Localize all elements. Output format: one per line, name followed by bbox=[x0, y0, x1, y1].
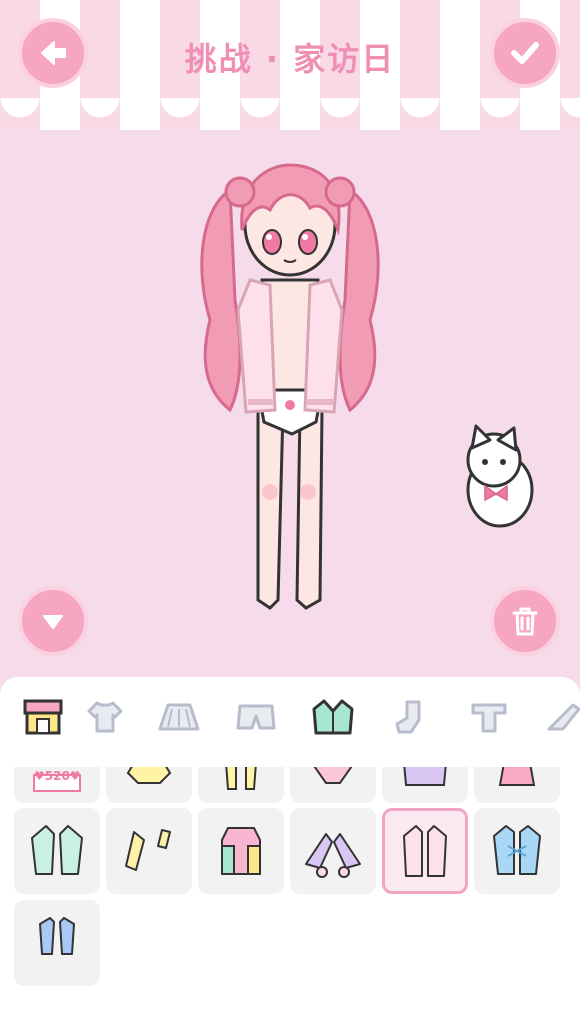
vest-icon bbox=[39, 917, 75, 955]
item-yellow-bolero[interactable] bbox=[106, 808, 192, 894]
tab-innerwear[interactable] bbox=[466, 695, 512, 739]
item-blue-laceup-jacket[interactable] bbox=[474, 808, 560, 894]
hoodie-icon bbox=[126, 767, 172, 784]
cardigan-icon bbox=[313, 767, 353, 784]
item-blue-vest[interactable] bbox=[14, 900, 100, 986]
item-dress-520[interactable]: ♥520♥ bbox=[14, 767, 100, 803]
back-button[interactable] bbox=[18, 18, 88, 88]
item-mint-jacket[interactable] bbox=[14, 808, 100, 894]
dress-icon bbox=[498, 767, 536, 786]
item-pastel-hoodie[interactable] bbox=[198, 808, 284, 894]
tab-jackets[interactable] bbox=[310, 695, 356, 739]
hoodie-icon bbox=[221, 827, 261, 875]
tab-socks[interactable] bbox=[388, 695, 434, 739]
shorts-icon bbox=[236, 704, 276, 730]
delete-button[interactable] bbox=[490, 586, 560, 656]
item-yellow-sleeves[interactable] bbox=[198, 767, 284, 803]
jacket-icon bbox=[493, 825, 541, 875]
item-pink-cardigan[interactable] bbox=[382, 808, 468, 894]
tab-skirts[interactable] bbox=[156, 695, 202, 739]
item-panel: ♥520♥ bbox=[0, 677, 580, 1031]
item-grid: ♥520♥ bbox=[0, 767, 580, 1031]
item-yellow-hoodie[interactable] bbox=[106, 767, 192, 803]
capelet-icon bbox=[305, 833, 361, 878]
sock-icon bbox=[395, 700, 421, 734]
tab-tops[interactable] bbox=[82, 695, 128, 739]
item-lavender-jacket[interactable] bbox=[382, 767, 468, 803]
trash-icon bbox=[512, 607, 538, 636]
item-pink-frill-dress[interactable] bbox=[474, 767, 560, 803]
tab-shorts[interactable] bbox=[233, 695, 279, 739]
character-illustration bbox=[200, 163, 534, 610]
jacket-icon bbox=[403, 767, 447, 786]
jacket-icon bbox=[31, 825, 83, 875]
item-lavender-capelet[interactable] bbox=[290, 808, 376, 894]
shop-icon bbox=[23, 699, 63, 735]
awning-scallop bbox=[0, 98, 580, 128]
triangle-down-icon bbox=[43, 615, 63, 629]
dressup-stage bbox=[0, 130, 580, 678]
category-tabs bbox=[0, 677, 580, 759]
tshirt-icon bbox=[87, 701, 123, 733]
check-icon bbox=[511, 42, 539, 64]
item-pink-bow-cardigan[interactable] bbox=[290, 767, 376, 803]
shirt-t-icon bbox=[471, 703, 507, 733]
bolero-icon bbox=[125, 829, 171, 871]
item-badge-text: ♥520♥ bbox=[34, 769, 81, 783]
kitten-pet bbox=[466, 424, 534, 528]
tab-shoes[interactable] bbox=[540, 695, 580, 739]
skirt-icon bbox=[158, 703, 200, 731]
heel-icon bbox=[547, 703, 580, 731]
collapse-button[interactable] bbox=[18, 586, 88, 656]
tab-shop[interactable] bbox=[20, 695, 66, 739]
sleeves-icon bbox=[225, 767, 257, 790]
jacket-icon bbox=[312, 699, 354, 735]
arrow-left-icon bbox=[41, 41, 66, 65]
cardigan-icon bbox=[403, 825, 447, 877]
confirm-button[interactable] bbox=[490, 18, 560, 88]
